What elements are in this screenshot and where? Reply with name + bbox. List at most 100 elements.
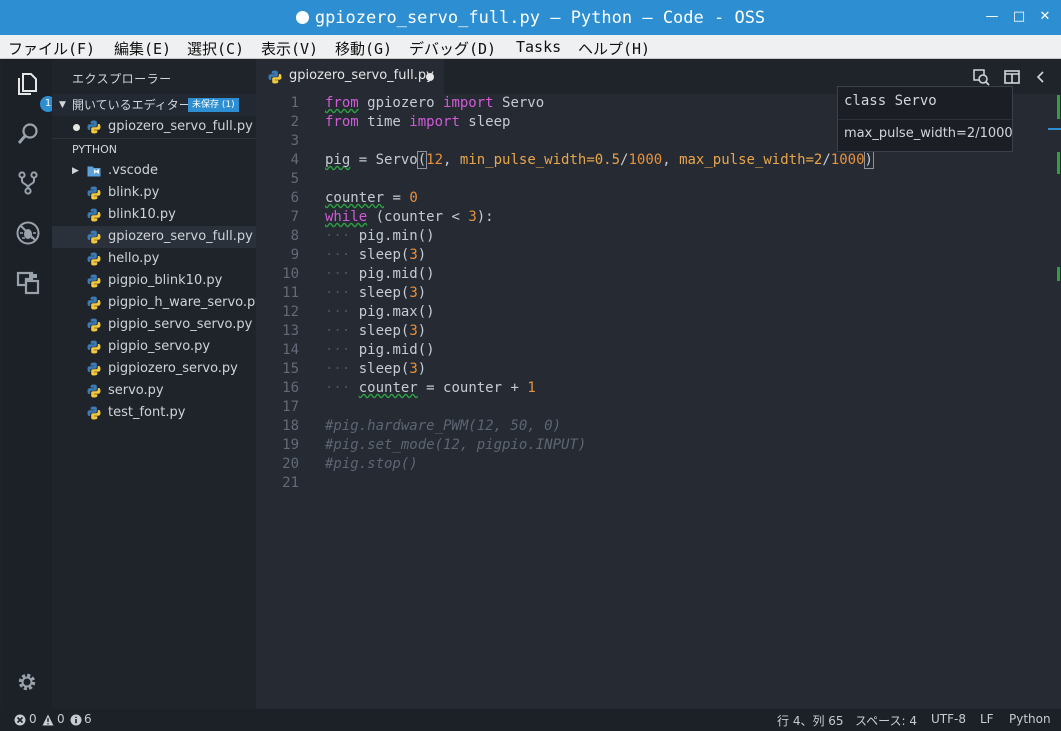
hover-parameter: max_pulse_width=2/1000 <box>844 126 1013 141</box>
unsaved-dot-icon <box>295 11 309 24</box>
line-number: 6 <box>290 190 299 206</box>
code-line-15: ··· sleep(3) <box>325 361 427 377</box>
cursor-position[interactable]: 行 4、列 65 <box>777 712 844 729</box>
open-editor-item[interactable]: gpiozero_servo_full.py <box>52 116 256 138</box>
minimize-button[interactable]: — <box>983 8 1001 26</box>
open-editors-header[interactable]: ▼ 開いているエディター 未保存 (1) <box>52 94 256 116</box>
line-number: 15 <box>282 361 299 377</box>
code-line-1: from gpiozero import Servo <box>325 95 545 111</box>
info-icon <box>70 714 82 726</box>
warning-icon <box>42 714 54 726</box>
search-icon[interactable] <box>15 121 41 147</box>
menu-edit[interactable]: 編集(E) <box>114 38 171 59</box>
line-number: 10 <box>282 266 299 282</box>
error-count: 0 <box>29 712 37 726</box>
modified-dot-icon[interactable] <box>426 73 434 81</box>
maximize-button[interactable]: □ <box>1010 8 1028 26</box>
line-number: 5 <box>290 171 299 187</box>
python-file-icon <box>87 384 101 398</box>
line-number: 7 <box>290 209 299 225</box>
extensions-icon[interactable] <box>15 270 41 296</box>
line-number: 1 <box>290 95 299 111</box>
file-item[interactable]: servo.py <box>52 380 256 402</box>
file-item[interactable]: test_font.py <box>52 402 256 424</box>
window-title: gpiozero_servo_full.py — Python — Code -… <box>0 8 1061 28</box>
overview-ruler-cursor <box>1048 128 1061 130</box>
menu-file[interactable]: ファイル(F) <box>8 38 95 59</box>
menu-view[interactable]: 表示(V) <box>261 38 318 59</box>
python-file-icon <box>87 274 101 288</box>
explorer-sidebar: エクスプローラー ▼ 開いているエディター 未保存 (1) gpiozero_s… <box>52 59 263 709</box>
python-file-icon <box>87 186 101 200</box>
line-number: 17 <box>282 399 299 415</box>
eol-setting[interactable]: LF <box>980 712 994 726</box>
open-changes-icon[interactable] <box>972 68 990 86</box>
overview-ruler-mark <box>1057 152 1060 174</box>
menu-help[interactable]: ヘルプ(H) <box>578 38 650 59</box>
python-file-icon <box>87 252 101 266</box>
chevron-right-icon: ▶ <box>72 166 79 176</box>
line-number: 2 <box>290 114 299 130</box>
code-line-7: while (counter < 3): <box>325 209 494 225</box>
warning-count: 0 <box>57 712 65 726</box>
line-number: 19 <box>282 437 299 453</box>
code-line-18: #pig.hardware_PWM(12, 50, 0) <box>325 418 562 434</box>
line-number: 4 <box>290 152 299 168</box>
tab-gpiozero-servo-full[interactable]: gpiozero_servo_full.py <box>256 59 444 94</box>
file-item[interactable]: pigpio_servo_servo.py <box>52 314 256 336</box>
indentation-setting[interactable]: スペース: 4 <box>855 712 917 729</box>
line-number: 12 <box>282 304 299 320</box>
info-count: 6 <box>84 712 92 726</box>
file-item[interactable]: hello.py <box>52 248 256 270</box>
python-file-icon <box>87 230 101 244</box>
folder-header-python[interactable]: PYTHON <box>52 138 256 160</box>
folder-item-vscode[interactable]: ▶ .vscode <box>52 160 256 182</box>
language-mode[interactable]: Python <box>1009 712 1051 726</box>
encoding-setting[interactable]: UTF-8 <box>931 712 966 726</box>
overview-ruler-mark <box>1057 267 1060 281</box>
python-file-icon <box>87 120 101 134</box>
code-line-8: ··· pig.min() <box>325 228 435 244</box>
menu-selection[interactable]: 選択(C) <box>187 38 244 59</box>
menu-bar: ファイル(F) 編集(E) 選択(C) 表示(V) 移動(G) デバッグ(D) … <box>0 35 1061 59</box>
split-editor-icon[interactable] <box>1003 68 1021 86</box>
unsaved-badge: 未保存 (1) <box>188 98 239 112</box>
line-number: 11 <box>282 285 299 301</box>
file-item[interactable]: blink10.py <box>52 204 256 226</box>
status-bar: 0 0 6 行 4、列 65 スペース: 4 UTF-8 LF Python <box>0 709 1061 731</box>
debug-icon[interactable] <box>15 220 41 246</box>
file-item[interactable]: blink.py <box>52 182 256 204</box>
python-file-icon <box>87 362 101 376</box>
editor-area: gpiozero_servo_full.py 1 2 3 4 5 6 7 8 9… <box>256 59 1061 709</box>
python-file-icon <box>87 296 101 310</box>
error-icon <box>14 714 26 726</box>
python-file-icon <box>87 340 101 354</box>
line-number: 20 <box>282 456 299 472</box>
source-control-icon[interactable] <box>15 170 41 196</box>
code-line-14: ··· pig.mid() <box>325 342 435 358</box>
file-item[interactable]: pigpio_blink10.py <box>52 270 256 292</box>
code-line-2: from time import sleep <box>325 114 511 130</box>
line-number: 16 <box>282 380 299 396</box>
menu-debug[interactable]: デバッグ(D) <box>409 38 496 59</box>
close-button[interactable]: ✕ <box>1036 8 1054 26</box>
code-line-11: ··· sleep(3) <box>325 285 427 301</box>
menu-go[interactable]: 移動(G) <box>335 38 392 59</box>
code-line-13: ··· sleep(3) <box>325 323 427 339</box>
title-bar: gpiozero_servo_full.py — Python — Code -… <box>0 0 1061 35</box>
code-line-9: ··· sleep(3) <box>325 247 427 263</box>
hover-signature: class Servo <box>844 93 937 109</box>
chevron-down-icon: ▼ <box>59 100 66 110</box>
chevron-left-icon[interactable] <box>1034 68 1046 86</box>
menu-tasks[interactable]: Tasks <box>516 38 561 56</box>
file-item[interactable]: pigpio_h_ware_servo.py <box>52 292 263 314</box>
explorer-icon[interactable]: 1 <box>15 71 56 112</box>
line-number: 14 <box>282 342 299 358</box>
modified-dot-icon <box>73 124 80 131</box>
code-line-20: #pig.stop() <box>325 456 418 472</box>
file-item-active[interactable]: gpiozero_servo_full.py <box>52 226 256 248</box>
file-item[interactable]: pigpiozero_servo.py <box>52 358 256 380</box>
file-item[interactable]: pigpio_servo.py <box>52 336 256 358</box>
settings-gear-icon[interactable] <box>16 671 38 693</box>
code-line-4: pig = Servo(12, min_pulse_width=0.5/1000… <box>325 151 875 169</box>
